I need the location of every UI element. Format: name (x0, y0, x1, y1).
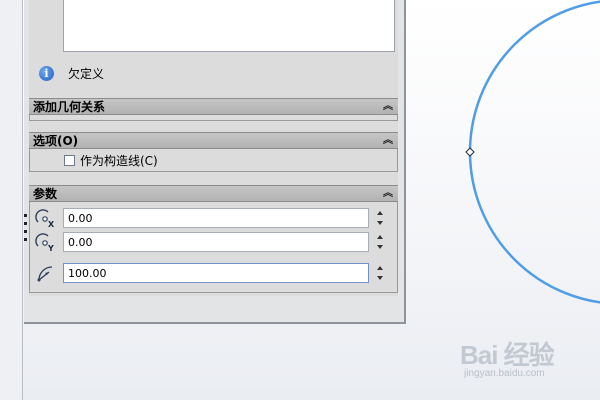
svg-text:Y: Y (47, 244, 54, 252)
section-title: 选项(O) (33, 134, 79, 148)
property-manager: i 欠定义 添加几何关系 ︽ 选项(O) ︽ 作为构造线(C) 参数 ︽ X 0… (24, 0, 406, 324)
spin-up-icon[interactable] (377, 266, 383, 270)
parameters-header[interactable]: 参数 ︽ (29, 185, 398, 202)
radius-icon (37, 266, 53, 282)
panel-resize-handle[interactable] (24, 238, 27, 241)
add-relations-section: 添加几何关系 ︽ (29, 98, 398, 121)
center-x-spinner[interactable] (374, 208, 386, 228)
construction-option[interactable]: 作为构造线(C) (30, 149, 397, 171)
message-box (63, 0, 395, 52)
radius-input[interactable] (63, 263, 369, 283)
radius-spinner[interactable] (374, 263, 386, 283)
watermark-logo: Bai 经验 jingyan.baidu.com (460, 335, 590, 385)
circle-center-y-icon: Y (35, 233, 54, 252)
spin-up-icon[interactable] (377, 211, 383, 215)
panel-resize-handle[interactable] (24, 214, 27, 217)
spin-down-icon[interactable] (377, 221, 383, 225)
radius-row (29, 262, 398, 284)
center-y-spinner[interactable] (374, 232, 386, 252)
construction-label[interactable]: 作为构造线(C) (80, 152, 158, 169)
double-chevron-up-icon[interactable]: ︽ (383, 101, 393, 112)
section-body: 作为构造线(C) (29, 149, 398, 172)
spin-down-icon[interactable] (377, 245, 383, 249)
center-x-row: X (29, 207, 398, 229)
spin-up-icon[interactable] (377, 235, 383, 239)
options-header[interactable]: 选项(O) ︽ (29, 132, 398, 149)
center-y-row: Y (29, 231, 398, 253)
spin-down-icon[interactable] (377, 276, 383, 280)
options-section: 选项(O) ︽ 作为构造线(C) (29, 132, 398, 172)
status-message: i 欠定义 (39, 64, 104, 82)
double-chevron-up-icon[interactable]: ︽ (383, 188, 393, 199)
add-relations-header[interactable]: 添加几何关系 ︽ (29, 98, 398, 115)
section-body (29, 115, 398, 121)
watermark-brand: Bai 经验 (460, 340, 555, 370)
circle-center-x-icon: X (35, 209, 55, 228)
center-y-input[interactable] (63, 232, 369, 252)
center-x-input[interactable] (63, 208, 369, 228)
watermark-url: jingyan.baidu.com (464, 368, 545, 379)
parameters-section: 参数 ︽ X Y (29, 185, 398, 293)
panel-resize-handle[interactable] (24, 222, 27, 225)
panel-resize-handle[interactable] (24, 230, 27, 233)
sketch-circle[interactable] (468, 0, 600, 304)
double-chevron-up-icon[interactable]: ︽ (383, 135, 393, 146)
circle-quadrant-point[interactable] (465, 147, 475, 157)
svg-text:X: X (48, 220, 55, 228)
property-manager-content: i 欠定义 添加几何关系 ︽ 选项(O) ︽ 作为构造线(C) 参数 ︽ X 0… (29, 0, 398, 296)
section-title: 添加几何关系 (33, 100, 106, 114)
left-panel-strip (0, 0, 23, 400)
status-text: 欠定义 (68, 66, 105, 81)
section-title: 参数 (33, 187, 58, 201)
construction-checkbox[interactable] (64, 154, 75, 166)
info-icon: i (39, 65, 54, 81)
